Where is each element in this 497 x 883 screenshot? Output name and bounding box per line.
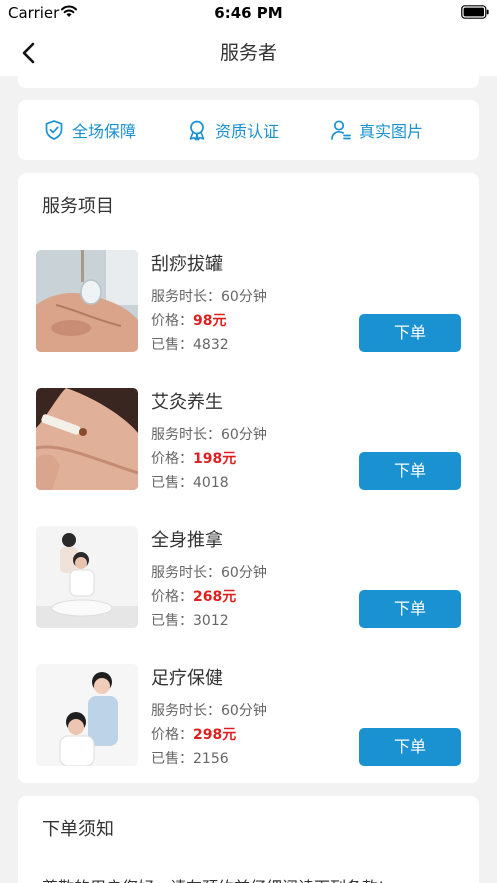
service-name: 全身推拿 [151,530,223,551]
guarantee-label: 真实图片 [359,122,424,141]
status-bar: Carrier 6:46 PM [0,0,497,28]
guarantee-item: 真实图片 [330,100,423,160]
order-button[interactable]: 下单 [359,728,461,766]
services-title: 服务项目 [42,196,114,217]
service-name: 艾灸养生 [151,392,223,413]
service-price: 价格：268元 [151,589,237,605]
notice-text: 尊敬的用户您好，请在预约前仔细阅读下列条款! [42,874,384,883]
service-item[interactable]: 刮痧拔罐 服务时长：60分钟 价格：98元 已售：4832 下单 [18,250,479,354]
service-sold: 已售：3012 [151,613,229,629]
service-price: 价格：198元 [151,451,237,467]
battery-icon [461,5,489,19]
service-price: 价格：298元 [151,727,237,743]
header-card [18,76,479,88]
service-item[interactable]: 艾灸养生 服务时长：60分钟 价格：198元 已售：4018 下单 [18,388,479,492]
notice-card: 下单须知 尊敬的用户您好，请在预约前仔细阅读下列条款! [18,796,479,883]
service-name: 足疗保健 [151,668,223,689]
moxibustion-photo [36,388,138,490]
service-price: 价格：98元 [151,313,227,329]
guarantee-label: 全场保障 [72,122,137,141]
services-card: 服务项目 刮痧拔罐 服务时长：60分钟 价格：98元 已售：4832 下单 艾灸… [18,173,479,783]
service-sold: 已售：4018 [151,475,229,491]
award-badge-icon [189,120,205,141]
nav-bar: 服务者 [0,28,497,76]
service-sold: 已售：4832 [151,337,229,353]
guarantee-item: 全场保障 [43,100,136,160]
order-button[interactable]: 下单 [359,314,461,352]
foot-massage-photo [36,664,138,766]
shield-check-icon [45,120,63,140]
service-duration: 服务时长：60分钟 [151,565,267,581]
service-item[interactable]: 全身推拿 服务时长：60分钟 价格：268元 已售：3012 下单 [18,526,479,630]
service-duration: 服务时长：60分钟 [151,427,267,443]
cupping-therapy-photo [36,250,138,352]
user-verified-icon [331,120,351,140]
order-button[interactable]: 下单 [359,452,461,490]
guarantee-card: 全场保障 资质认证 真实图片 [18,100,479,160]
notice-title: 下单须知 [42,819,114,840]
service-duration: 服务时长：60分钟 [151,289,267,305]
clock: 6:46 PM [214,4,283,22]
order-button[interactable]: 下单 [359,590,461,628]
page-title: 服务者 [219,42,277,64]
service-name: 刮痧拔罐 [151,254,223,275]
service-item[interactable]: 足疗保健 服务时长：60分钟 价格：298元 已售：2156 下单 [18,664,479,768]
guarantee-item: 资质认证 [186,100,279,160]
service-duration: 服务时长：60分钟 [151,703,267,719]
service-sold: 已售：2156 [151,751,229,767]
guarantee-label: 资质认证 [215,122,280,141]
full-body-massage-photo [36,526,138,628]
